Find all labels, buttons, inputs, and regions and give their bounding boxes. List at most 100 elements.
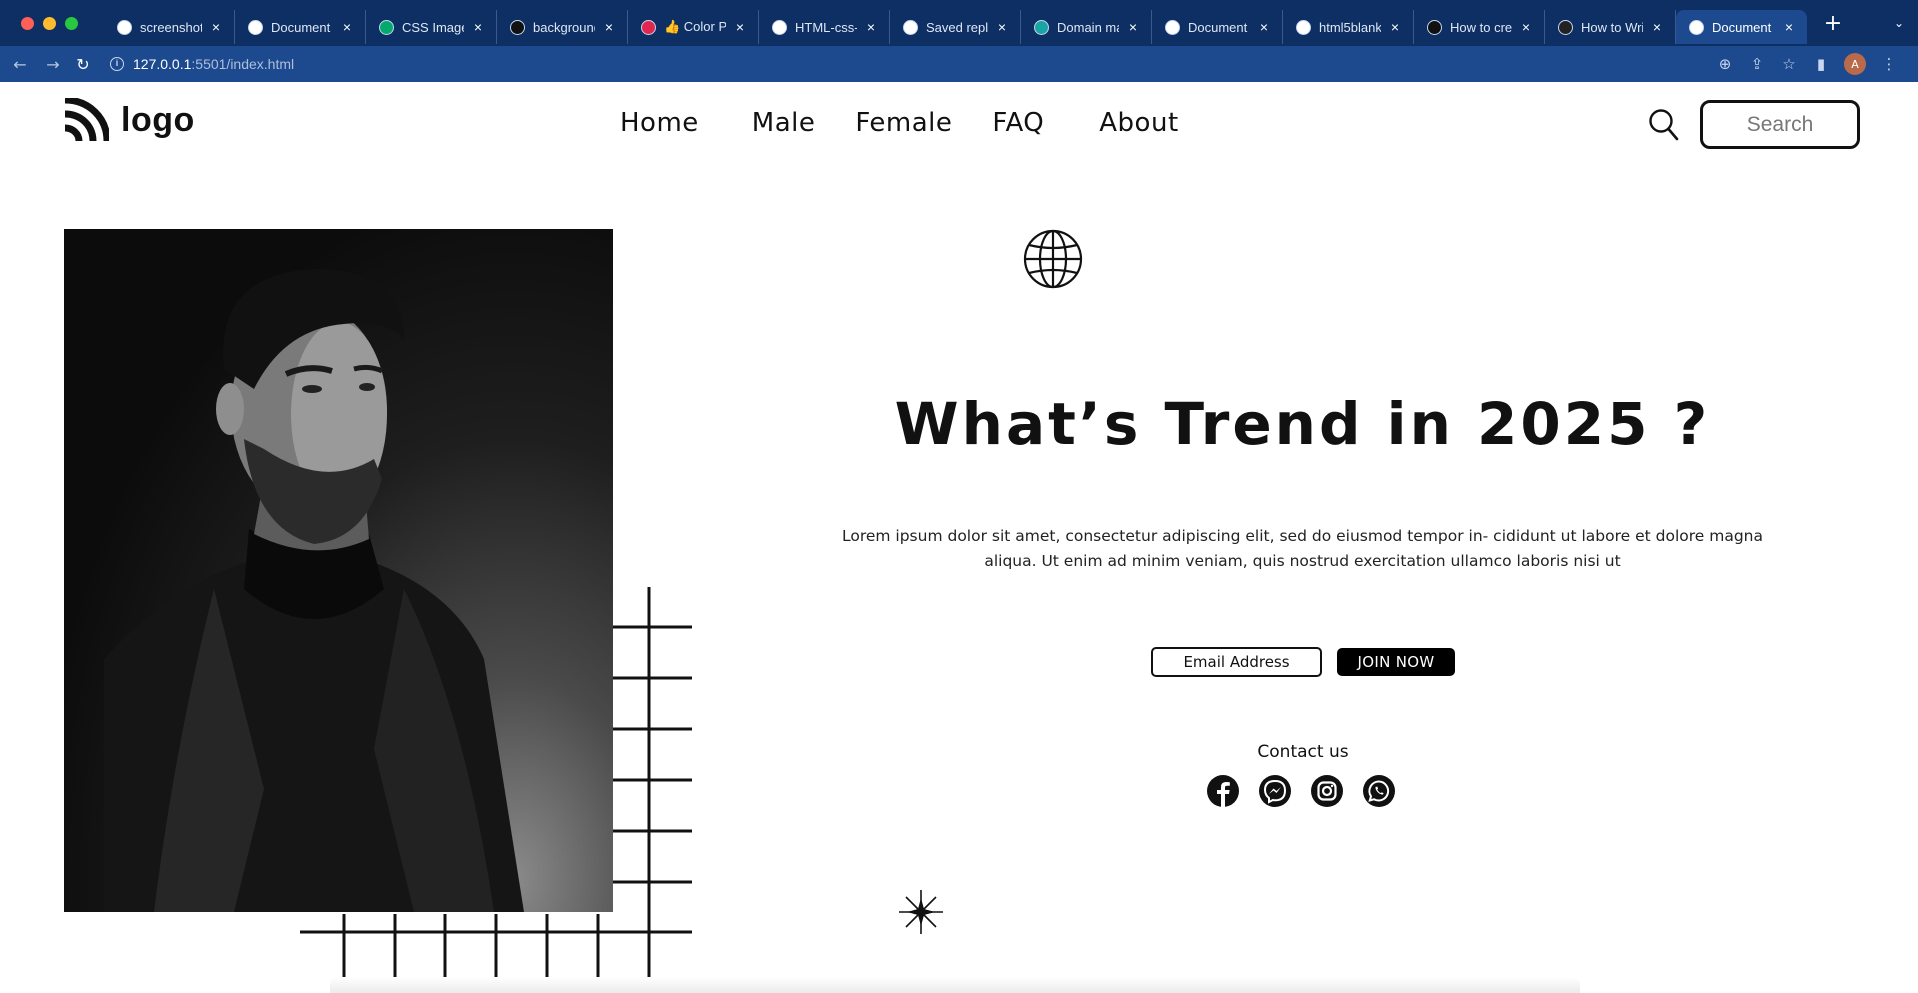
web-page: logo Home Male Female FAQ About Search W… [0, 82, 1918, 993]
share-icon[interactable]: ⇪ [1748, 55, 1766, 73]
back-arrow-icon[interactable]: ← [7, 55, 33, 74]
tab-close-icon[interactable]: × [732, 19, 748, 35]
color-picker-icon [641, 19, 656, 35]
url-host: 127.0.0.1 [133, 56, 192, 72]
hero-description: Lorem ipsum dolor sit amet, consectetur … [841, 527, 1764, 570]
site-info-icon[interactable]: i [110, 57, 124, 71]
tab-close-icon[interactable]: × [339, 19, 355, 35]
github-icon [903, 19, 918, 35]
nav-home[interactable]: Home [620, 108, 699, 138]
sparkle-icon [899, 890, 943, 934]
browser-tab[interactable]: Document × [235, 10, 366, 44]
maximize-window-button[interactable] [65, 16, 78, 30]
tab-close-icon[interactable]: × [601, 19, 617, 35]
browser-tab[interactable]: Saved repli × [890, 10, 1021, 44]
more-menu-icon[interactable]: ⋮ [1880, 55, 1898, 73]
new-tab-button[interactable]: + [1813, 11, 1853, 36]
medium-icon [1427, 19, 1442, 35]
github-icon [1296, 19, 1311, 35]
tab-title: Document [1712, 19, 1772, 35]
tab-title: How to Writ [1581, 19, 1643, 35]
globe-icon [248, 19, 263, 35]
tab-title: screenshot [140, 19, 202, 35]
tab-title: Domain ma [1057, 19, 1119, 35]
join-now-button[interactable]: JOIN NOW [1337, 648, 1455, 676]
forward-arrow-icon[interactable]: → [40, 55, 66, 74]
globe-icon [1165, 19, 1180, 35]
diamond-icon [1034, 19, 1049, 35]
browser-tab-bar: screenshot × Document × CSS Image × background… [0, 0, 1918, 46]
globe-icon [1689, 19, 1704, 35]
social-links [1207, 775, 1395, 807]
browser-tab[interactable]: screenshot × [104, 10, 235, 44]
browser-tab[interactable]: HTML-css- × [759, 10, 890, 44]
nav-male[interactable]: Male [752, 108, 816, 138]
section-edge [330, 977, 1580, 993]
tab-title: CSS Image [402, 19, 464, 35]
tab-close-icon[interactable]: × [994, 19, 1010, 35]
tab-search-chevron-icon[interactable]: ⌄ [1894, 16, 1904, 30]
tab-close-icon[interactable]: × [470, 19, 486, 35]
tab-strip: screenshot × Document × CSS Image × background… [104, 0, 1807, 46]
close-window-button[interactable] [21, 16, 34, 30]
main-navigation: Home Male Female FAQ About [620, 108, 1179, 138]
minimize-window-button[interactable] [43, 16, 56, 30]
logo-mark-icon [64, 98, 109, 142]
tab-close-icon[interactable]: × [1649, 19, 1665, 35]
browser-tab[interactable]: background × [497, 10, 628, 44]
tab-title: Document [271, 19, 331, 35]
search-area: Search [1648, 100, 1860, 149]
browser-tab[interactable]: Domain ma × [1021, 10, 1152, 44]
whatsapp-icon[interactable] [1363, 775, 1395, 807]
github-icon [772, 19, 787, 35]
window-controls [0, 16, 104, 30]
browser-tab[interactable]: html5blank × [1283, 10, 1414, 44]
tab-close-icon[interactable]: × [1518, 19, 1534, 35]
tab-title: Document [1188, 19, 1248, 35]
logo-text: logo [121, 100, 195, 139]
tab-title: background [533, 19, 595, 35]
tab-title: html5blank [1319, 19, 1381, 35]
search-icon[interactable] [1648, 108, 1680, 142]
site-logo[interactable]: logo [63, 98, 195, 142]
browser-tab[interactable]: How to Writ × [1545, 10, 1676, 44]
email-address-button[interactable]: Email Address [1151, 647, 1322, 677]
zoom-icon[interactable]: ⊕ [1716, 55, 1734, 73]
facebook-icon[interactable] [1207, 775, 1239, 807]
medium-m-icon [510, 19, 525, 35]
hero-headline: What’s Trend in 2025 ? [894, 390, 1711, 458]
tab-close-icon[interactable]: × [208, 19, 224, 35]
browser-tab[interactable]: How to crea × [1414, 10, 1545, 44]
profile-avatar[interactable]: A [1844, 53, 1866, 75]
browser-tab[interactable]: CSS Image × [366, 10, 497, 44]
ai-icon [1558, 19, 1573, 35]
bookmark-star-icon[interactable]: ☆ [1780, 55, 1798, 73]
google-icon [117, 19, 132, 35]
url-path: :5501/index.html [191, 56, 295, 72]
side-panel-icon[interactable]: ▮ [1812, 55, 1830, 73]
nav-female[interactable]: Female [855, 108, 952, 138]
browser-tab[interactable]: 👍 Color Pi × [628, 10, 759, 44]
reload-icon[interactable]: ↻ [70, 55, 96, 74]
nav-faq[interactable]: FAQ [992, 108, 1044, 138]
tab-close-icon[interactable]: × [1387, 19, 1403, 35]
messenger-icon[interactable] [1259, 775, 1291, 807]
decorative-grid-lines [300, 587, 692, 992]
globe-icon [1023, 229, 1083, 289]
instagram-icon[interactable] [1311, 775, 1343, 807]
tab-title: 👍 Color Pi [664, 19, 726, 34]
address-bar[interactable]: i 127.0.0.1:5501/index.html [110, 51, 294, 77]
tab-close-icon[interactable]: × [1125, 19, 1141, 35]
tab-close-icon[interactable]: × [1256, 19, 1272, 35]
tab-close-icon[interactable]: × [863, 19, 879, 35]
browser-tab[interactable]: Document × [1152, 10, 1283, 44]
w3schools-icon [379, 19, 394, 35]
toolbar-actions: ⊕ ⇪ ☆ ▮ A ⋮ [1716, 46, 1898, 82]
tab-close-icon[interactable]: × [1781, 19, 1797, 35]
tab-title: HTML-css- [795, 19, 857, 35]
signup-row: Email Address JOIN NOW [1151, 647, 1455, 677]
tab-title: How to crea [1450, 19, 1512, 35]
search-button[interactable]: Search [1700, 100, 1860, 149]
nav-about[interactable]: About [1099, 108, 1178, 138]
browser-tab[interactable]: Document × [1676, 10, 1807, 44]
